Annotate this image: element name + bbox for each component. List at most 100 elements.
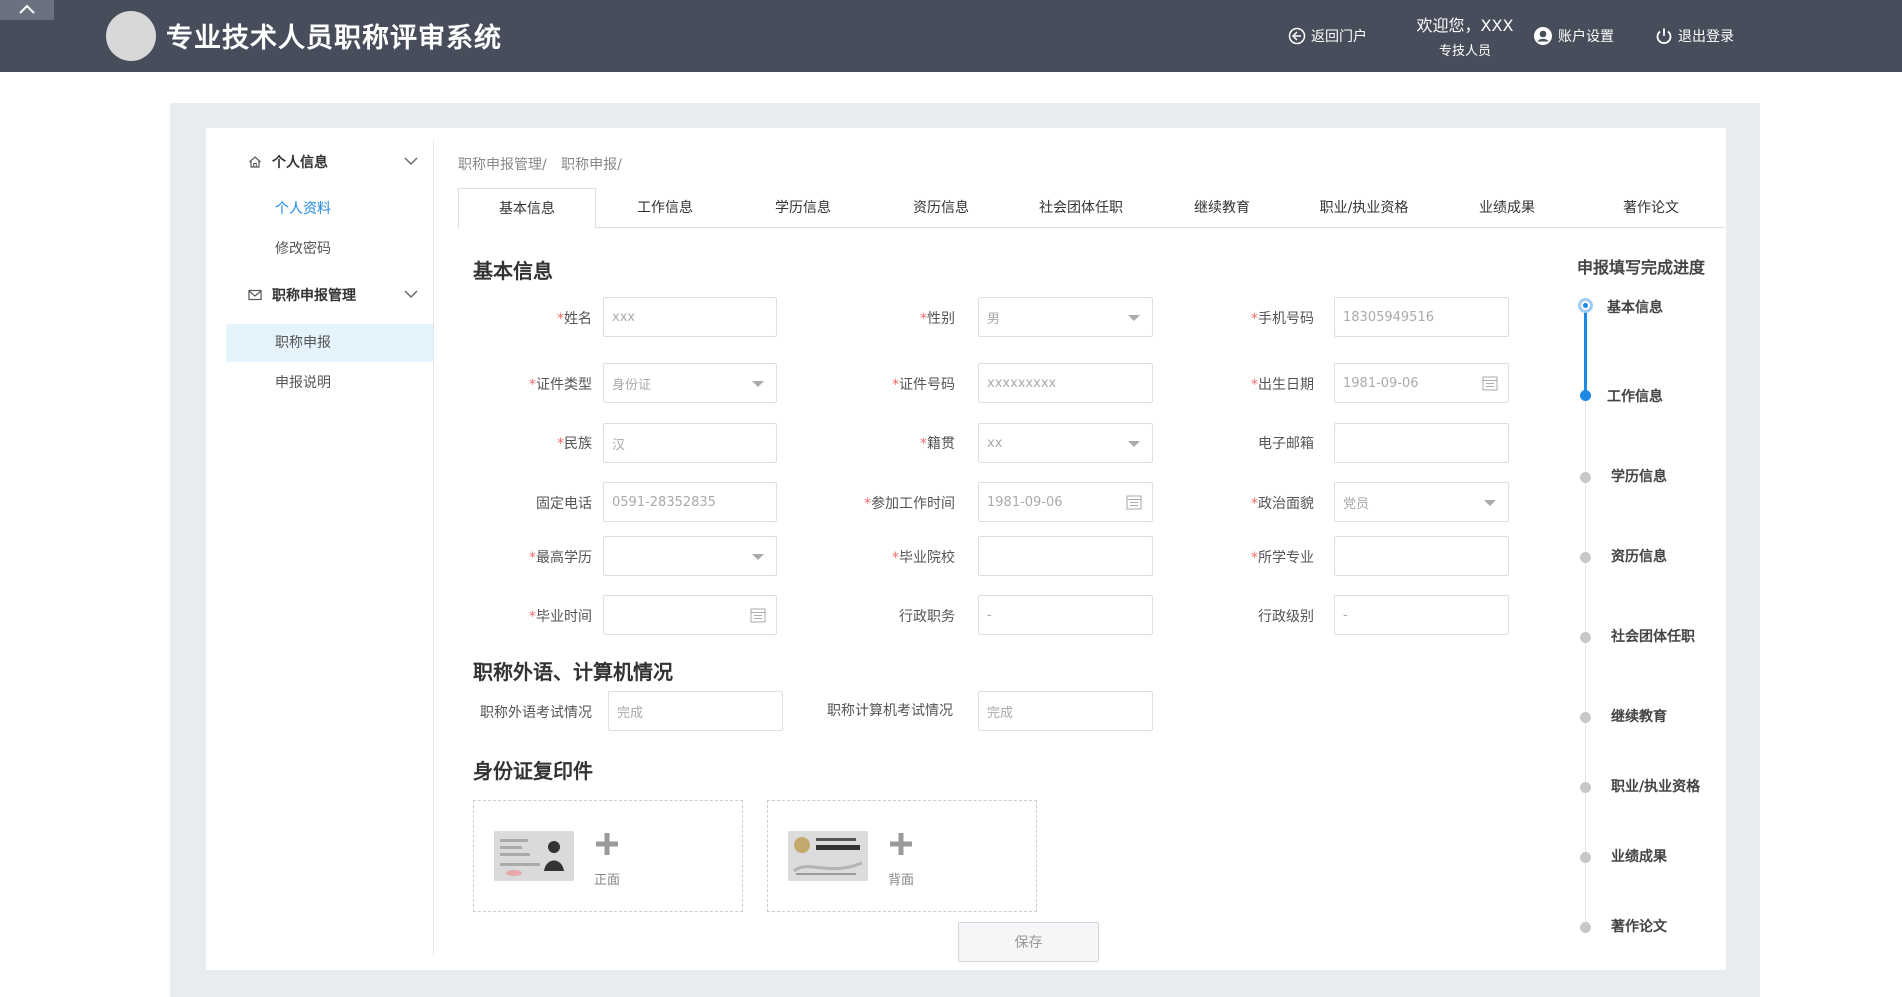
progress-dot-current (1578, 298, 1593, 313)
admin-post-input[interactable]: - (978, 595, 1153, 635)
collapse-header-button[interactable] (0, 0, 54, 20)
progress-step-professional-qualification[interactable]: 职业/执业资格 (1611, 776, 1700, 796)
tab-qualification-info[interactable]: 资历信息 (872, 188, 1010, 228)
id-type-label: *证件类型 (529, 377, 592, 393)
progress-step-social-group[interactable]: 社会团体任职 (1611, 626, 1695, 646)
tab-achievements[interactable]: 业绩成果 (1436, 188, 1578, 228)
caret-down-icon (752, 554, 764, 560)
name-input[interactable]: xxx (603, 297, 777, 337)
id-type-select[interactable]: 身份证 (603, 363, 777, 403)
progress-dot-complete (1580, 390, 1591, 401)
progress-step-publications[interactable]: 著作论文 (1611, 916, 1667, 936)
progress-step-achievements[interactable]: 业绩成果 (1611, 846, 1667, 866)
caret-down-icon (1484, 500, 1496, 506)
top-header: 专业技术人员职称评审系统 返回门户 欢迎您，XXX 专技人员 账户设置 退出登录 (0, 0, 1902, 72)
tab-continuing-education[interactable]: 继续教育 (1152, 188, 1292, 228)
sidebar-group-title-management[interactable]: 职称申报管理 (248, 283, 418, 307)
plus-icon (596, 833, 618, 855)
section-title-language-computer: 职称外语、计算机情况 (473, 660, 673, 684)
section-title-basic: 基本信息 (473, 259, 553, 283)
sidebar-item-title-apply[interactable]: 职称申报 (275, 332, 331, 352)
education-label: *最高学历 (529, 550, 592, 566)
logout-label: 退出登录 (1678, 29, 1734, 45)
progress-dot (1580, 552, 1591, 563)
progress-step-basic[interactable]: 基本信息 (1607, 297, 1663, 317)
tab-basic-info[interactable]: 基本信息 (458, 188, 596, 229)
sidebar-item-change-password[interactable]: 修改密码 (275, 238, 331, 258)
chevron-down-icon (404, 157, 418, 165)
id-back-upload[interactable]: 背面 (767, 800, 1037, 912)
landline-input[interactable]: 0591-28352835 (603, 482, 777, 522)
school-input[interactable] (978, 536, 1153, 576)
id-front-label: 正面 (594, 873, 621, 888)
save-button[interactable]: 保存 (958, 922, 1099, 962)
welcome-text: 欢迎您，XXX (1416, 16, 1514, 35)
work-start-picker[interactable]: 1981-09-06 (978, 482, 1153, 522)
tab-work-info[interactable]: 工作信息 (596, 188, 734, 228)
back-portal-link[interactable]: 返回门户 (1288, 25, 1367, 47)
education-select[interactable] (603, 536, 777, 576)
app-title: 专业技术人员职称评审系统 (166, 23, 502, 54)
mail-icon (248, 289, 262, 301)
logout-link[interactable]: 退出登录 (1655, 25, 1734, 47)
chevron-up-icon (19, 4, 35, 14)
tab-social-group[interactable]: 社会团体任职 (1010, 188, 1152, 228)
user-role: 专技人员 (1438, 44, 1491, 59)
birth-date-picker[interactable]: 1981-09-06 (1334, 363, 1509, 403)
progress-step-work[interactable]: 工作信息 (1607, 386, 1663, 406)
caret-down-icon (1128, 315, 1140, 321)
id-number-input[interactable]: xxxxxxxxx (978, 363, 1153, 403)
progress-step-education[interactable]: 学历信息 (1611, 466, 1667, 486)
sidebar-group-label: 职称申报管理 (272, 288, 356, 304)
phone-input[interactable]: 18305949516 (1334, 297, 1509, 337)
progress-title: 申报填写完成进度 (1577, 258, 1706, 277)
admin-level-input[interactable]: - (1334, 595, 1509, 635)
id-card-front-image (494, 831, 574, 881)
progress-dot (1580, 922, 1591, 933)
id-front-thumbnail (494, 831, 574, 881)
breadcrumb-item[interactable]: 职称申报/ (561, 157, 622, 173)
calendar-icon (750, 608, 766, 623)
calendar-icon (1482, 376, 1498, 391)
account-settings-link[interactable]: 账户设置 (1533, 25, 1614, 47)
sidebar-item-apply-instructions[interactable]: 申报说明 (275, 372, 331, 392)
back-portal-label: 返回门户 (1311, 29, 1367, 45)
user-welcome: 欢迎您，XXX 专技人员 (1410, 12, 1520, 59)
gender-label: *性别 (920, 311, 955, 327)
major-input[interactable] (1334, 536, 1509, 576)
major-label: *所学专业 (1251, 550, 1314, 566)
ethnicity-input[interactable]: 汉 (603, 423, 777, 463)
email-input[interactable] (1334, 423, 1509, 463)
id-back-label: 背面 (888, 873, 915, 888)
sidebar-divider (433, 140, 434, 955)
id-card-back-image (788, 831, 868, 881)
tab-education-info[interactable]: 学历信息 (734, 188, 872, 228)
id-number-label: *证件号码 (892, 377, 955, 393)
breadcrumb-item[interactable]: 职称申报管理/ (458, 157, 547, 173)
admin-level-label: 行政级别 (1258, 609, 1314, 625)
caret-down-icon (752, 381, 764, 387)
sidebar-item-profile[interactable]: 个人资料 (275, 198, 331, 218)
political-select[interactable]: 党员 (1334, 482, 1509, 522)
power-icon (1656, 28, 1672, 45)
caret-down-icon (1128, 441, 1140, 447)
grad-time-picker[interactable] (603, 595, 777, 635)
calendar-icon (1126, 495, 1142, 510)
gender-select[interactable]: 男 (978, 297, 1153, 337)
id-front-upload[interactable]: 正面 (473, 800, 743, 912)
home-icon (249, 156, 261, 168)
progress-step-continuing-education[interactable]: 继续教育 (1611, 706, 1667, 726)
progress-dot (1580, 782, 1591, 793)
school-label: *毕业院校 (892, 550, 955, 566)
computer-exam-input[interactable]: 完成 (978, 691, 1153, 731)
sidebar-group-personal-info[interactable]: 个人信息 (248, 150, 418, 174)
lang-exam-label: 职称外语考试情况 (480, 705, 592, 721)
lang-exam-input[interactable]: 完成 (608, 691, 783, 731)
admin-post-label: 行政职务 (899, 609, 955, 625)
progress-step-qualification[interactable]: 资历信息 (1611, 546, 1667, 566)
origin-select[interactable]: xx (978, 423, 1153, 463)
phone-label: *手机号码 (1251, 311, 1314, 327)
tab-professional-qualification[interactable]: 职业/执业资格 (1292, 188, 1436, 228)
tab-publications[interactable]: 著作论文 (1578, 188, 1724, 228)
progress-dot (1580, 472, 1591, 483)
